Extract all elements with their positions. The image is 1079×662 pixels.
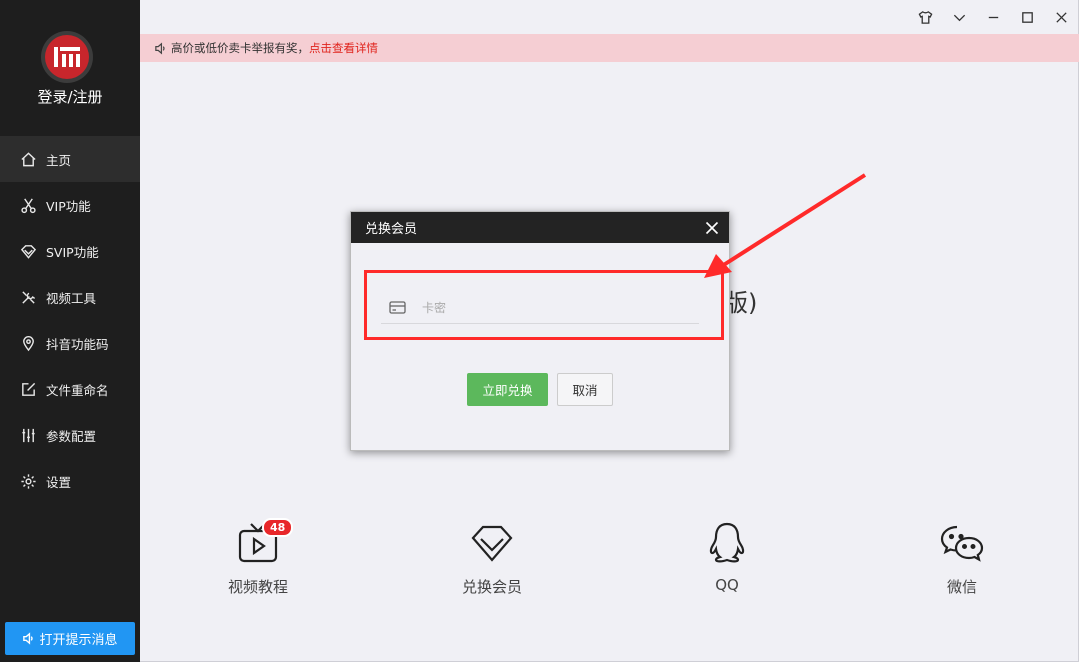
diamond-icon: [19, 242, 37, 260]
tshirt-icon: [918, 10, 932, 24]
sidebar-item-label: 设置: [46, 474, 72, 490]
location-pin-icon: [19, 334, 37, 352]
open-tips-label: 打开提示消息: [39, 633, 118, 648]
sidebar-item-label: 主页: [46, 152, 72, 168]
notice-text: 高价或低价卖卡举报有奖，: [171, 41, 309, 55]
sidebar: 登录/注册 主页 VIP功能 SVIP功能 视频工具 抖音功能码 文件重命名 参…: [0, 0, 140, 662]
sidebar-item-douyin-code[interactable]: 抖音功能码: [0, 320, 140, 366]
qq-icon: [709, 522, 745, 563]
wechat-icon: [940, 525, 984, 562]
sidebar-item-label: VIP功能: [46, 198, 91, 214]
dialog-header: 兑换会员: [351, 212, 729, 243]
minimize-icon: [988, 16, 998, 18]
close-window-button[interactable]: [1044, 0, 1078, 34]
annotation-highlight-box: [364, 270, 724, 340]
app-logo[interactable]: [41, 31, 93, 83]
sidebar-item-label: 抖音功能码: [46, 336, 109, 352]
sidebar-item-file-rename[interactable]: 文件重命名: [0, 366, 140, 412]
window-titlebar: [908, 0, 1078, 34]
logo-glyph-icon: [54, 47, 80, 67]
minimize-button[interactable]: [976, 0, 1010, 34]
close-icon: [1055, 11, 1067, 23]
maximize-icon: [1021, 11, 1033, 23]
speaker-icon: [23, 632, 34, 645]
qq-label: QQ: [715, 576, 739, 594]
tools-icon: [19, 288, 37, 306]
maximize-button[interactable]: [1010, 0, 1044, 34]
wechat-label: 微信: [946, 578, 977, 596]
menu-dropdown-button[interactable]: [942, 0, 976, 34]
sidebar-item-label: 文件重命名: [46, 382, 109, 398]
video-tutorial-badge: 48: [262, 518, 294, 537]
speaker-icon: [155, 42, 165, 54]
sidebar-item-home[interactable]: 主页: [0, 136, 140, 182]
redeem-vip-button[interactable]: 兑换会员: [432, 520, 552, 597]
home-icon: [19, 150, 37, 168]
sidebar-item-settings[interactable]: 设置: [0, 458, 140, 504]
logo-mark: [45, 35, 89, 79]
sidebar-item-label: 参数配置: [46, 428, 97, 444]
open-tips-button[interactable]: 打开提示消息: [5, 622, 135, 655]
skin-button[interactable]: [908, 0, 942, 34]
sidebar-item-label: SVIP功能: [46, 244, 99, 260]
scissors-icon: [19, 196, 37, 214]
video-tutorial-button[interactable]: 48 视频教程: [198, 518, 318, 597]
notice-bar: 高价或低价卖卡举报有奖， 点击查看详情: [140, 34, 1079, 62]
edit-icon: [19, 380, 37, 398]
redeem-vip-label: 兑换会员: [461, 578, 522, 596]
gear-icon: [19, 472, 37, 490]
login-register-link[interactable]: 登录/注册: [0, 86, 140, 107]
sliders-icon: [19, 426, 37, 444]
diamond-icon: [471, 525, 513, 562]
qq-button[interactable]: QQ: [667, 520, 787, 594]
sidebar-item-params[interactable]: 参数配置: [0, 412, 140, 458]
sidebar-nav: 主页 VIP功能 SVIP功能 视频工具 抖音功能码 文件重命名 参数配置 设置: [0, 136, 140, 504]
video-tutorial-label: 视频教程: [227, 578, 288, 596]
sidebar-item-video-tools[interactable]: 视频工具: [0, 274, 140, 320]
cancel-button[interactable]: 取消: [557, 373, 613, 406]
bottom-shortcuts: 48 视频教程 兑换会员 QQ 微信: [140, 518, 1079, 610]
chevron-down-icon: [953, 14, 965, 21]
dialog-title: 兑换会员: [365, 222, 418, 237]
notice-details-link[interactable]: 点击查看详情: [309, 40, 378, 56]
sidebar-item-label: 视频工具: [46, 290, 97, 306]
wechat-button[interactable]: 微信: [902, 520, 1022, 597]
annotation-arrow: [704, 173, 867, 278]
redeem-now-button[interactable]: 立即兑换: [467, 373, 548, 406]
sidebar-item-svip[interactable]: SVIP功能: [0, 228, 140, 274]
sidebar-item-vip[interactable]: VIP功能: [0, 182, 140, 228]
